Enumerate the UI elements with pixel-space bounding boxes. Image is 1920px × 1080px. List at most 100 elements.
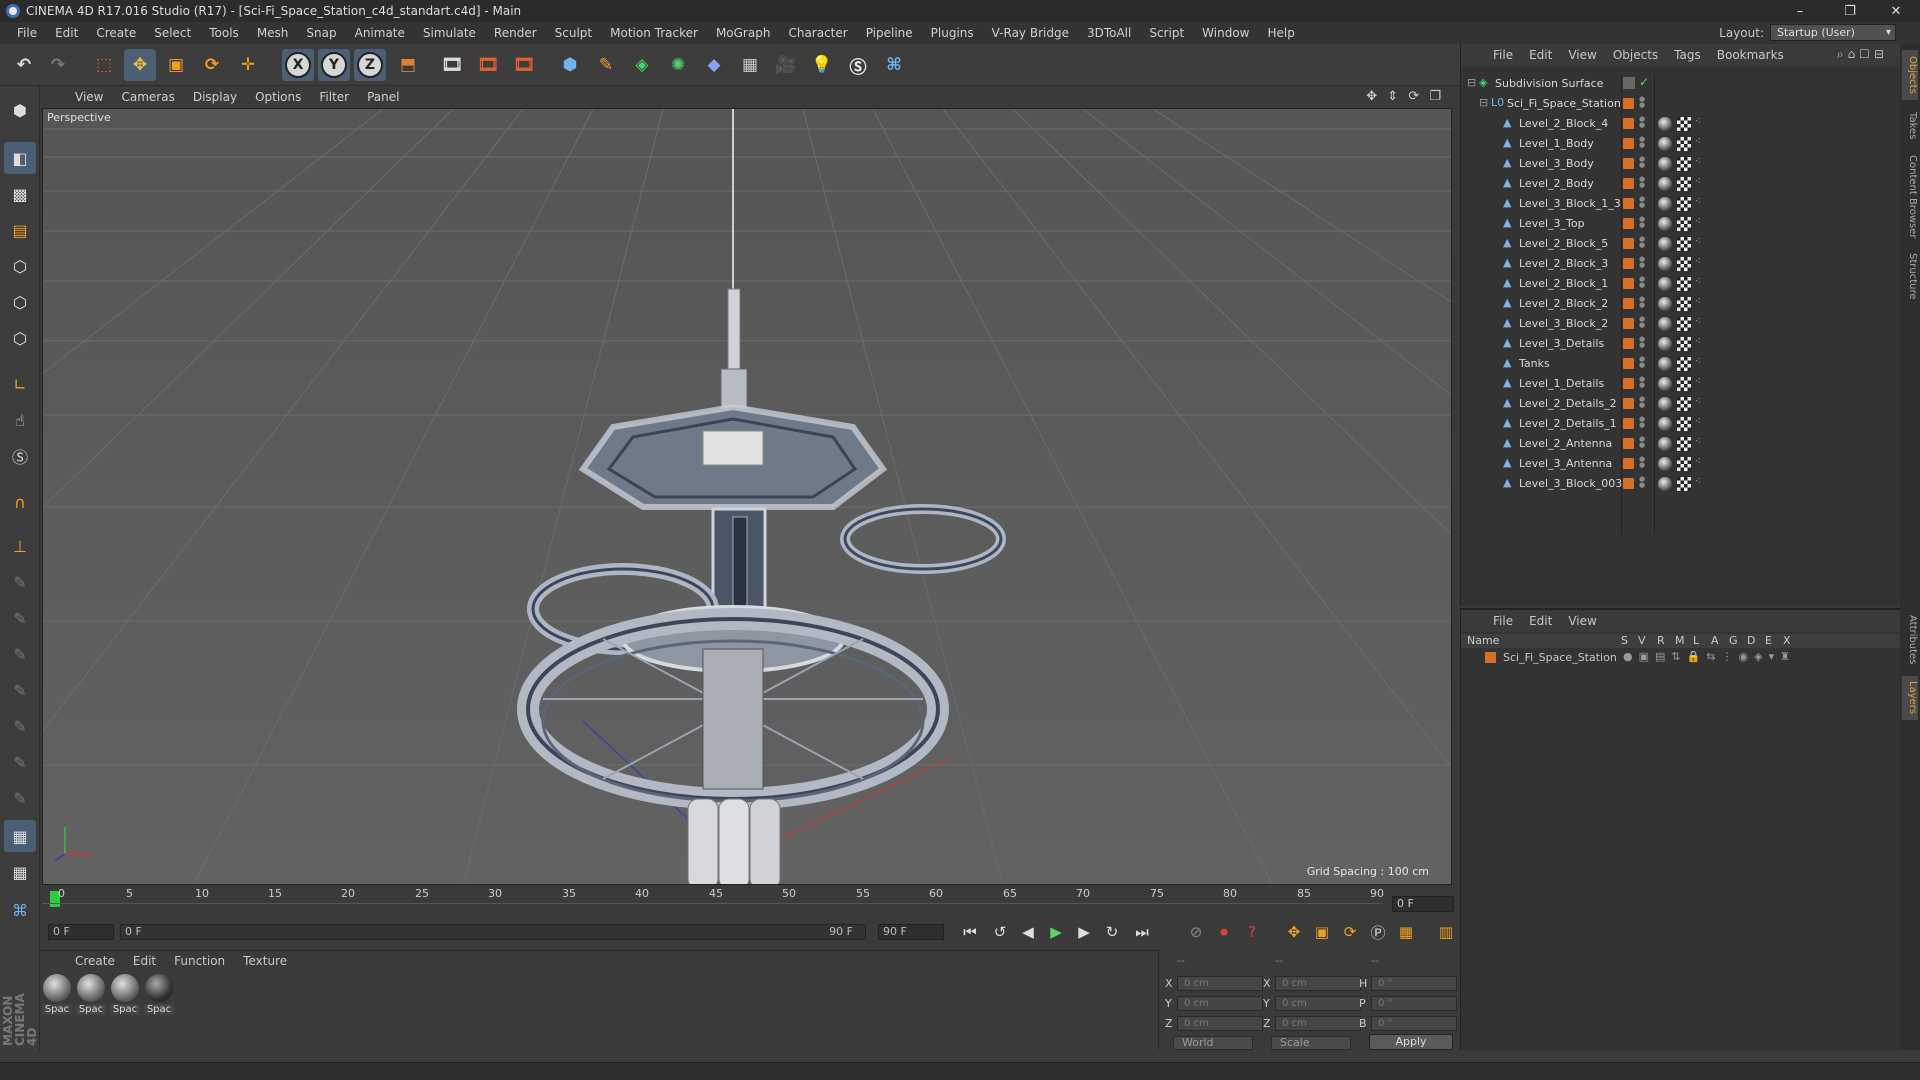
- menu-motion-tracker[interactable]: Motion Tracker: [601, 26, 707, 40]
- visibility-dots[interactable]: ● ●: [1639, 136, 1645, 152]
- tab-layers[interactable]: Layers: [1902, 676, 1918, 720]
- collapse-icon[interactable]: ⊟: [1467, 77, 1479, 89]
- tab-objects[interactable]: Objects: [1902, 50, 1918, 100]
- visibility-dots[interactable]: ● ●: [1639, 396, 1645, 412]
- uvw-tag-icon[interactable]: [1677, 277, 1691, 291]
- next-key-icon[interactable]: ↻: [1100, 921, 1124, 943]
- om-menu-view[interactable]: View: [1560, 48, 1604, 62]
- menu-plugins[interactable]: Plugins: [922, 26, 983, 40]
- material-tag-icon[interactable]: [1658, 317, 1672, 331]
- layer-col-name[interactable]: Name: [1467, 634, 1499, 647]
- om-menu-objects[interactable]: Objects: [1605, 48, 1666, 62]
- tab-attributes[interactable]: Attributes: [1902, 610, 1918, 670]
- collapse-icon[interactable]: ⊟: [1479, 97, 1491, 109]
- render-picture-viewer-icon[interactable]: 🎞: [472, 49, 504, 81]
- material-tag-icon[interactable]: [1658, 437, 1672, 451]
- size-x-field[interactable]: 0 cm: [1275, 976, 1361, 991]
- tab-takes[interactable]: Takes: [1902, 106, 1918, 146]
- layer-color-swatch[interactable]: [1623, 458, 1634, 469]
- uvw-tag-icon[interactable]: [1677, 237, 1691, 251]
- layer-toggle-icons[interactable]: ●▣▤⇅🔒⇆⋮◉◈▾♜: [1623, 650, 1796, 663]
- light-icon[interactable]: 💡: [806, 49, 838, 81]
- visibility-dots[interactable]: ● ●: [1639, 316, 1645, 332]
- object-row[interactable]: ▲ Level_3_Body ● ● ⁖: [1461, 154, 1901, 174]
- lm-menu-edit[interactable]: Edit: [1521, 614, 1560, 628]
- go-to-end-icon[interactable]: ⏭: [1130, 921, 1154, 943]
- uvw-tag-icon[interactable]: [1677, 437, 1691, 451]
- object-row[interactable]: ▲ Tanks ● ● ⁖: [1461, 354, 1901, 374]
- uvw-tag-icon[interactable]: [1677, 137, 1691, 151]
- object-row[interactable]: ▲ Level_3_Block_2 ● ● ⁖: [1461, 314, 1901, 334]
- layer-color-swatch[interactable]: [1623, 158, 1634, 169]
- points-mode-icon[interactable]: ⬡: [4, 250, 36, 282]
- object-row[interactable]: ▲ Level_2_Details_2 ● ● ⁖: [1461, 394, 1901, 414]
- material-tag-icon[interactable]: [1658, 277, 1672, 291]
- uvw-tag-icon[interactable]: [1677, 417, 1691, 431]
- rotation-h-field[interactable]: 0 °: [1371, 976, 1457, 991]
- visibility-dots[interactable]: ● ●: [1639, 256, 1645, 272]
- restore-button[interactable]: ❐: [1830, 0, 1870, 22]
- visibility-dots[interactable]: ● ●: [1639, 296, 1645, 312]
- material-item[interactable]: Spac: [42, 974, 72, 1020]
- menu-character[interactable]: Character: [779, 26, 856, 40]
- model-mode-icon[interactable]: ◧: [4, 142, 36, 174]
- workplane-axis-icon[interactable]: ⊥: [4, 530, 36, 562]
- object-row[interactable]: ▲ Level_3_Block_1_3 ● ● ⁖: [1461, 194, 1901, 214]
- menu-render[interactable]: Render: [485, 26, 546, 40]
- redo-button[interactable]: ↷: [42, 49, 74, 81]
- object-row[interactable]: ▲ Level_2_Details_1 ● ● ⁖: [1461, 414, 1901, 434]
- menu-snap[interactable]: Snap: [297, 26, 345, 40]
- autokeying-icon[interactable]: ?: [1240, 921, 1264, 943]
- menu-animate[interactable]: Animate: [346, 26, 414, 40]
- menu-mesh[interactable]: Mesh: [248, 26, 298, 40]
- next-frame-icon[interactable]: ▶: [1072, 921, 1096, 943]
- scale-key-icon[interactable]: ▣: [1310, 921, 1334, 943]
- object-row[interactable]: ▲ Level_2_Block_5 ● ● ⁖: [1461, 234, 1901, 254]
- uvw-tag-icon[interactable]: [1677, 117, 1691, 131]
- axis-mode-icon[interactable]: ∟: [4, 368, 36, 400]
- layer-col-visible[interactable]: V: [1638, 634, 1646, 647]
- viewport-menu-view[interactable]: View: [66, 90, 112, 104]
- minimize-button[interactable]: –: [1780, 0, 1820, 22]
- selection-tag-icon[interactable]: ⁖: [1695, 177, 1707, 189]
- material-tag-icon[interactable]: [1658, 477, 1672, 491]
- layer-color-swatch[interactable]: [1623, 378, 1634, 389]
- selection-tag-icon[interactable]: ⁖: [1695, 137, 1707, 149]
- material-tag-icon[interactable]: [1658, 237, 1672, 251]
- material-tag-icon[interactable]: [1658, 257, 1672, 271]
- brush-tool-6-icon[interactable]: ✎: [4, 746, 36, 778]
- layer-color-swatch[interactable]: [1623, 318, 1634, 329]
- layer-col-generators[interactable]: G: [1729, 634, 1738, 647]
- previous-key-icon[interactable]: ↺: [988, 921, 1012, 943]
- render-settings-icon[interactable]: 🎞: [508, 49, 540, 81]
- uvw-tag-icon[interactable]: [1677, 197, 1691, 211]
- selection-tag-icon[interactable]: ⁖: [1695, 357, 1707, 369]
- selection-tag-icon[interactable]: ⁖: [1695, 277, 1707, 289]
- layer-color-swatch[interactable]: [1623, 258, 1634, 269]
- position-key-icon[interactable]: ✥: [1282, 921, 1306, 943]
- visibility-dots[interactable]: ● ●: [1639, 276, 1645, 292]
- uvw-tag-icon[interactable]: [1677, 457, 1691, 471]
- solo-mode-icon[interactable]: Ⓢ: [4, 440, 36, 472]
- material-tag-icon[interactable]: [1658, 457, 1672, 471]
- material-tag-icon[interactable]: [1658, 137, 1672, 151]
- menu-3dtoall[interactable]: 3DToAll: [1078, 26, 1140, 40]
- brush-tool-3-icon[interactable]: ✎: [4, 638, 36, 670]
- menu-sculpt[interactable]: Sculpt: [546, 26, 601, 40]
- apply-button[interactable]: Apply: [1369, 1034, 1453, 1050]
- layer-row-sci-fi-space-station[interactable]: Sci_Fi_Space_Station ●▣▤⇅🔒⇆⋮◉◈▾♜: [1461, 650, 1901, 666]
- close-button[interactable]: ✕: [1876, 0, 1916, 22]
- scale-tool-icon[interactable]: ▣: [160, 49, 192, 81]
- rotation-key-icon[interactable]: ⟳: [1338, 921, 1362, 943]
- position-x-field[interactable]: 0 cm: [1177, 976, 1263, 991]
- material-menu-function[interactable]: Function: [165, 954, 234, 968]
- layer-color-swatch[interactable]: [1623, 238, 1634, 249]
- object-row[interactable]: ▲ Level_3_Block_003 ● ● ⁖: [1461, 474, 1901, 494]
- selection-tag-icon[interactable]: ⁖: [1695, 157, 1707, 169]
- transform-tool-icon[interactable]: ✛: [232, 49, 264, 81]
- uvw-tag-icon[interactable]: [1677, 377, 1691, 391]
- material-tag-icon[interactable]: [1658, 357, 1672, 371]
- uvw-tag-icon[interactable]: [1677, 397, 1691, 411]
- deformer-icon[interactable]: ◆: [698, 49, 730, 81]
- size-y-field[interactable]: 0 cm: [1275, 996, 1361, 1011]
